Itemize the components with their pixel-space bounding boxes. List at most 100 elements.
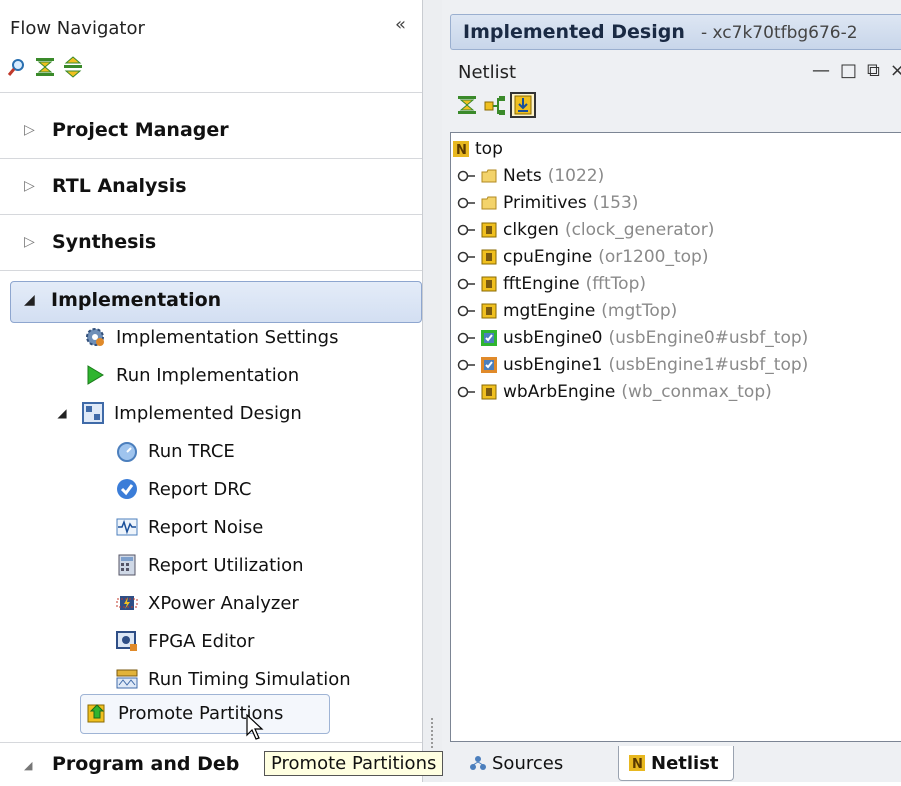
nav-item-label: XPower Analyzer [148,592,299,614]
show-hierarchy-icon[interactable] [484,94,506,116]
tree-row-fftengine[interactable]: fftEngine (fftTop) [457,271,646,297]
nav-run-trce[interactable]: Run TRCE [116,434,235,468]
nav-report-utilization[interactable]: Report Utilization [116,548,304,582]
tree-row-name: clkgen [503,220,559,240]
flow-navigator-header: Flow Navigator « [0,0,422,60]
collapse-panel-button[interactable]: « [395,14,406,35]
nav-report-drc[interactable]: Report DRC [116,472,251,506]
collapse-triangle-icon[interactable]: ◢ [24,759,32,772]
expand-toggle-icon[interactable] [457,356,477,374]
maximize-icon[interactable]: □ [840,60,857,81]
flow-navigator-toolbar [6,56,84,82]
window-controls: — □ ⧉ × [812,60,901,81]
tree-row-name: cpuEngine [503,247,593,267]
expand-toggle-icon[interactable] [457,383,477,401]
collapse-triangle-icon[interactable]: ◢ [52,402,72,424]
tree-row-name: fftEngine [503,274,580,294]
tree-row-type: (clock_generator) [564,220,715,240]
tab-label: Sources [492,752,564,774]
collapse-all-icon[interactable] [34,56,56,78]
calculator-icon [116,554,138,576]
section-label: Synthesis [52,231,157,253]
nav-xpower-analyzer[interactable]: XPower Analyzer [116,586,299,620]
search-icon[interactable] [6,56,28,78]
flow-navigator-title: Flow Navigator [10,18,145,39]
design-part-subtitle: - xc7k70tfbg676-2 [701,23,858,43]
nav-fpga-editor[interactable]: FPGA Editor [116,624,254,658]
section-rtl-analysis[interactable]: ▷ RTL Analysis [0,168,422,208]
tree-row-name: wbArbEngine [503,382,616,402]
bottom-tab-bar: Sources N Netlist [442,740,901,782]
panel-splitter[interactable] [423,0,443,782]
toolbar-divider [0,92,422,93]
nav-run-timing-simulation[interactable]: Run Timing Simulation [116,662,351,696]
nav-implemented-design[interactable]: ◢ Implemented Design [52,396,302,430]
section-synthesis[interactable]: ▷ Synthesis [0,224,422,264]
svg-text:N: N [456,143,467,157]
tree-row-type: (usbEngine0#usbf_top) [608,328,809,348]
folder-icon [481,168,497,184]
expand-toggle-icon[interactable] [457,194,477,212]
collapse-all-icon[interactable] [456,94,478,116]
nav-item-label: Run TRCE [148,440,235,462]
minimize-icon[interactable]: — [812,60,830,81]
tree-root-label: top [475,139,503,159]
section-divider [0,214,422,215]
nav-report-noise[interactable]: Report Noise [116,510,263,544]
tree-row-cpuengine[interactable]: cpuEngine (or1200_top) [457,244,708,270]
tree-row-wbarbengine[interactable]: wbArbEngine (wb_conmax_top) [457,379,772,405]
nav-run-implementation[interactable]: Run Implementation [84,358,299,392]
tree-row-mgtengine[interactable]: mgtEngine (mgtTop) [457,298,677,324]
expand-toggle-icon[interactable] [457,221,477,239]
tree-row-type: (usbEngine1#usbf_top) [608,355,809,375]
timing-sim-icon [116,668,138,690]
promote-arrow-icon [86,702,108,724]
expand-toggle-icon[interactable] [457,275,477,293]
tree-row-nets[interactable]: Nets (1022) [457,163,604,189]
cell-instance-icon [481,222,497,238]
tree-root[interactable]: N top [453,136,503,162]
power-chip-icon [116,592,138,614]
settings-gear-icon [84,326,106,348]
nav-item-label: FPGA Editor [148,630,255,652]
tab-netlist[interactable]: N Netlist [618,746,734,781]
collapse-triangle-icon[interactable]: ◢ [24,292,35,308]
close-icon[interactable]: × [890,60,901,81]
design-header-tab[interactable]: Implemented Design - xc7k70tfbg676-2 [450,14,901,50]
expand-toggle-icon[interactable] [457,302,477,320]
implemented-design-panel: Implemented Design - xc7k70tfbg676-2 Net… [442,0,901,782]
nav-implementation-settings[interactable]: Implementation Settings [84,320,338,354]
auto-expand-icon[interactable] [510,92,536,118]
stopwatch-icon [116,440,138,462]
tree-row-usbengine0[interactable]: usbEngine0 (usbEngine0#usbf_top) [457,325,808,351]
expand-triangle-icon[interactable]: ▷ [24,178,35,194]
check-circle-icon [116,478,138,500]
tree-row-primitives[interactable]: Primitives (153) [457,190,638,216]
section-project-manager[interactable]: ▷ Project Manager [0,112,422,152]
tree-row-clkgen[interactable]: clkgen (clock_generator) [457,217,714,243]
mouse-pointer-icon [246,713,266,747]
tree-row-usbengine1[interactable]: usbEngine1 (usbEngine1#usbf_top) [457,352,808,378]
expand-toggle-icon[interactable] [457,167,477,185]
tree-row-name: usbEngine0 [503,328,603,348]
section-divider [0,158,422,159]
splitter-grip[interactable] [431,718,433,748]
tree-row-name: Primitives [503,193,587,213]
tree-row-type: (or1200_top) [598,247,709,267]
expand-toggle-icon[interactable] [457,329,477,347]
cell-instance-icon [481,249,497,265]
expand-triangle-icon[interactable]: ▷ [24,122,35,138]
tree-row-type: (1022) [547,166,605,186]
expand-triangle-icon[interactable]: ▷ [24,234,35,250]
expand-all-icon[interactable] [62,56,84,78]
expand-toggle-icon[interactable] [457,248,477,266]
netlist-tree: N top Nets (1022) Primitives (153) clkgen (cl… [450,132,901,742]
section-label: Implementation [51,289,222,311]
nav-item-label: Run Timing Simulation [148,668,351,690]
netlist-window-header: Netlist — □ ⧉ × [450,56,901,90]
section-implementation[interactable]: ◢ Implementation [10,281,422,323]
tab-sources[interactable]: Sources [470,746,563,780]
tree-row-type: (mgtTop) [601,301,678,321]
section-label: Project Manager [52,119,229,141]
restore-icon[interactable]: ⧉ [867,60,880,81]
